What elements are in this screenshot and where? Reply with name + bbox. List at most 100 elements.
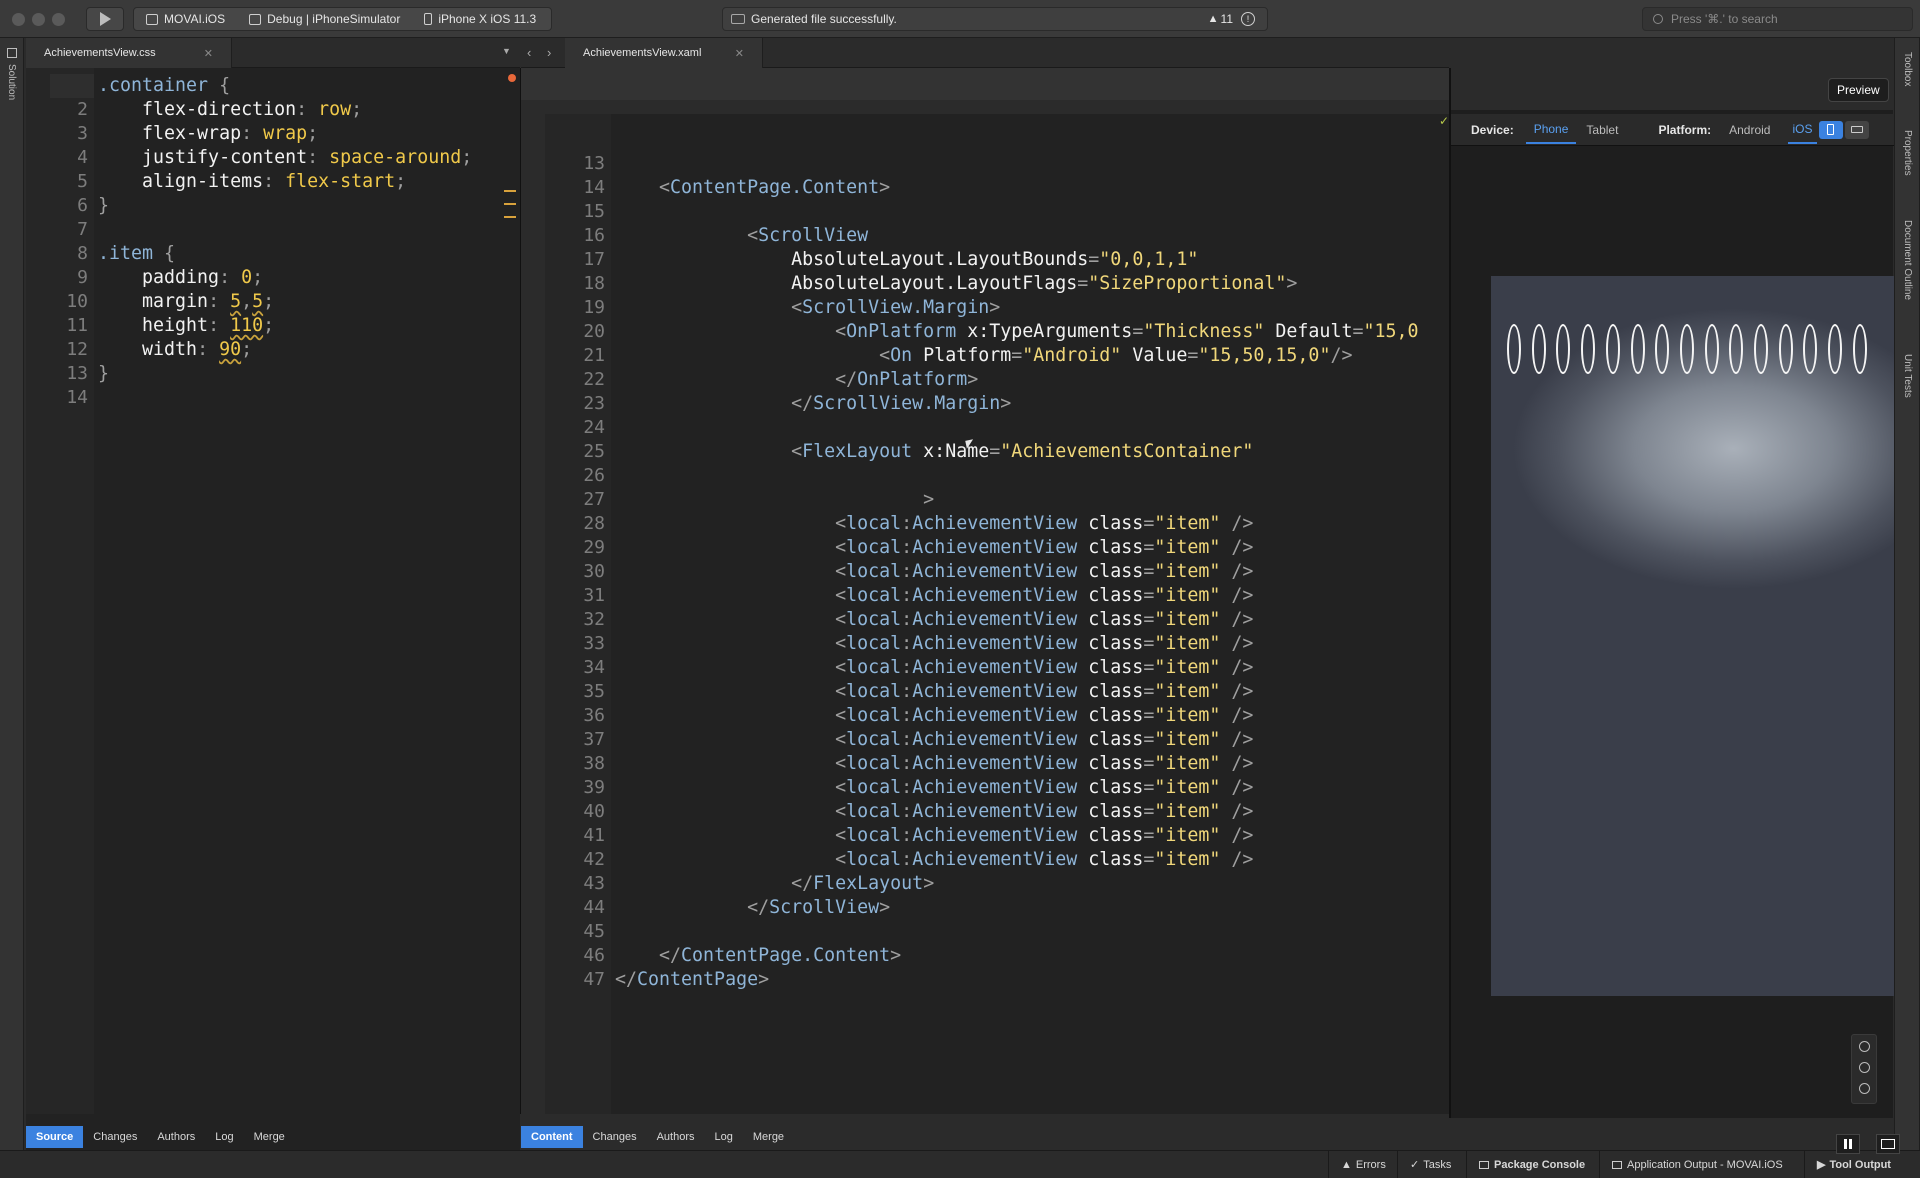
landscape-toggle[interactable] <box>1844 120 1869 139</box>
code-line[interactable] <box>98 218 520 242</box>
xaml-code-area[interactable]: <ContentPage.Content> <ScrollView Absolu… <box>611 114 1469 1114</box>
warning-icon[interactable]: ▲ <box>1208 13 1219 25</box>
bottom-tab-authors[interactable]: Authors <box>647 1126 705 1148</box>
code-line[interactable]: } <box>98 194 520 218</box>
code-line[interactable]: <local:AchievementView class="item" /> <box>615 848 1375 872</box>
code-line[interactable] <box>615 464 1375 488</box>
code-line[interactable]: > <box>615 488 1375 512</box>
close-tab-icon[interactable]: ✕ <box>735 47 744 60</box>
code-line[interactable]: <local:AchievementView class="item" /> <box>615 536 1375 560</box>
device-option-tablet[interactable]: Tablet <box>1578 117 1626 143</box>
code-line[interactable]: <On Platform="Android" Value="15,50,15,0… <box>615 344 1375 368</box>
properties-pad-tab[interactable]: Properties <box>1902 130 1913 176</box>
code-line[interactable]: padding: 0; <box>98 266 520 290</box>
close-tab-icon[interactable]: ✕ <box>204 47 213 60</box>
code-line[interactable]: <FlexLayout x:Name="AchievementsContaine… <box>615 440 1375 464</box>
screenshot-button[interactable] <box>1876 1134 1900 1154</box>
project-selector[interactable]: MOVAI.iOS <box>134 8 237 30</box>
code-line[interactable]: align-items: flex-start; <box>98 170 520 194</box>
code-line[interactable] <box>615 920 1375 944</box>
zoom-fit-icon[interactable] <box>1858 1062 1870 1073</box>
code-line[interactable]: <local:AchievementView class="item" /> <box>615 608 1375 632</box>
tasks-pad-button[interactable]: ✓ Tasks <box>1397 1151 1451 1178</box>
bottom-tab-authors[interactable]: Authors <box>147 1126 205 1148</box>
bottom-tab-changes[interactable]: Changes <box>583 1126 647 1148</box>
tab-achievementsview-css[interactable]: AchievementsView.css ✕ <box>26 38 232 68</box>
platform-option-ios[interactable]: iOS <box>1788 116 1817 144</box>
css-code-area[interactable]: .container { flex-direction: row; flex-w… <box>98 74 520 1114</box>
code-line[interactable]: <local:AchievementView class="item" /> <box>615 512 1375 536</box>
device-option-phone[interactable]: Phone <box>1525 116 1577 144</box>
bottom-tab-log[interactable]: Log <box>705 1126 743 1148</box>
code-line[interactable]: .container { <box>98 74 520 98</box>
bottom-tab-content[interactable]: Content <box>521 1126 583 1148</box>
code-line[interactable]: height: 110; <box>98 314 520 338</box>
code-line[interactable]: } <box>98 362 520 386</box>
warnings-count[interactable]: 11 <box>1221 12 1233 26</box>
bottom-tab-merge[interactable]: Merge <box>244 1126 295 1148</box>
nav-back-icon[interactable]: ‹ <box>527 45 531 60</box>
application-output-button[interactable]: Application Output - MOVAI.iOS <box>1599 1151 1783 1178</box>
code-line[interactable]: <OnPlatform x:TypeArguments="Thickness" … <box>615 320 1418 344</box>
zoom-in-icon[interactable] <box>1858 1041 1870 1052</box>
platform-option-android[interactable]: Android <box>1719 117 1780 143</box>
code-line[interactable]: <local:AchievementView class="item" /> <box>615 824 1375 848</box>
code-line[interactable] <box>615 152 1375 176</box>
pause-button[interactable] <box>1836 1134 1860 1154</box>
code-line[interactable]: <local:AchievementView class="item" /> <box>615 704 1375 728</box>
code-line[interactable]: flex-wrap: wrap; <box>98 122 520 146</box>
toolbox-pad-tab[interactable]: Toolbox <box>1902 52 1913 86</box>
nav-forward-icon[interactable]: › <box>547 45 551 60</box>
tab-dropdown-icon[interactable]: ▼ <box>502 46 511 56</box>
code-line[interactable]: </OnPlatform> <box>615 368 1375 392</box>
code-line[interactable] <box>98 386 520 410</box>
code-line[interactable]: <local:AchievementView class="item" /> <box>615 752 1375 776</box>
bottom-tab-merge[interactable]: Merge <box>743 1126 794 1148</box>
code-line[interactable]: <local:AchievementView class="item" /> <box>615 560 1375 584</box>
errors-pad-button[interactable]: ▲ Errors <box>1328 1151 1386 1178</box>
code-line[interactable] <box>615 416 1375 440</box>
code-line[interactable]: </ContentPage.Content> <box>615 944 1375 968</box>
code-line[interactable]: <ContentPage.Content> <box>615 176 1375 200</box>
code-line[interactable]: justify-content: space-around; <box>98 146 520 170</box>
package-console-button[interactable]: Package Console <box>1466 1151 1585 1178</box>
code-line[interactable]: .item { <box>98 242 520 266</box>
solution-pad-tab[interactable]: Solution <box>6 64 17 100</box>
minimize-window-button[interactable] <box>32 13 45 26</box>
code-line[interactable]: margin: 5,5; <box>98 290 520 314</box>
tab-achievementsview-xaml[interactable]: AchievementsView.xaml ✕ <box>565 38 763 68</box>
configuration-selector[interactable]: Debug | iPhoneSimulator <box>237 8 412 30</box>
bottom-tab-log[interactable]: Log <box>205 1126 243 1148</box>
zoom-out-icon[interactable] <box>1858 1083 1870 1094</box>
info-icon[interactable]: ! <box>1241 12 1255 26</box>
code-line[interactable]: </FlexLayout> <box>615 872 1375 896</box>
close-window-button[interactable] <box>12 13 25 26</box>
device-selector[interactable]: iPhone X iOS 11.3 <box>412 8 548 30</box>
code-line[interactable]: <local:AchievementView class="item" /> <box>615 728 1375 752</box>
code-line[interactable]: <local:AchievementView class="item" /> <box>615 584 1375 608</box>
code-line[interactable]: </ScrollView.Margin> <box>615 392 1375 416</box>
code-line[interactable]: width: 90; <box>98 338 520 362</box>
zoom-window-button[interactable] <box>52 13 65 26</box>
code-line[interactable]: <ScrollView <box>615 224 1375 248</box>
unit-tests-pad-tab[interactable]: Unit Tests <box>1902 354 1913 398</box>
portrait-toggle[interactable] <box>1818 120 1843 139</box>
bottom-tab-source[interactable]: Source <box>26 1126 84 1148</box>
code-line[interactable]: <local:AchievementView class="item" /> <box>615 776 1375 800</box>
preview-button[interactable]: Preview <box>1828 78 1889 102</box>
tool-output-button[interactable]: ▶ Tool Output <box>1804 1151 1891 1178</box>
search-input[interactable]: Press '⌘.' to search <box>1642 7 1913 31</box>
code-line[interactable]: <ScrollView.Margin> <box>615 296 1375 320</box>
code-line[interactable]: AbsoluteLayout.LayoutFlags="SizeProporti… <box>615 272 1375 296</box>
run-button[interactable] <box>86 7 124 31</box>
code-line[interactable]: </ScrollView> <box>615 896 1375 920</box>
code-line[interactable]: </ContentPage> <box>615 968 1375 992</box>
code-line[interactable]: <local:AchievementView class="item" /> <box>615 656 1375 680</box>
bottom-tab-changes[interactable]: Changes <box>83 1126 147 1148</box>
code-line[interactable]: <local:AchievementView class="item" /> <box>615 632 1375 656</box>
document-outline-pad-tab[interactable]: Document Outline <box>1902 220 1913 300</box>
code-line[interactable]: AbsoluteLayout.LayoutBounds="0,0,1,1" <box>615 248 1375 272</box>
code-line[interactable]: <local:AchievementView class="item" /> <box>615 680 1375 704</box>
code-line[interactable]: <local:AchievementView class="item" /> <box>615 800 1375 824</box>
code-line[interactable]: flex-direction: row; <box>98 98 520 122</box>
